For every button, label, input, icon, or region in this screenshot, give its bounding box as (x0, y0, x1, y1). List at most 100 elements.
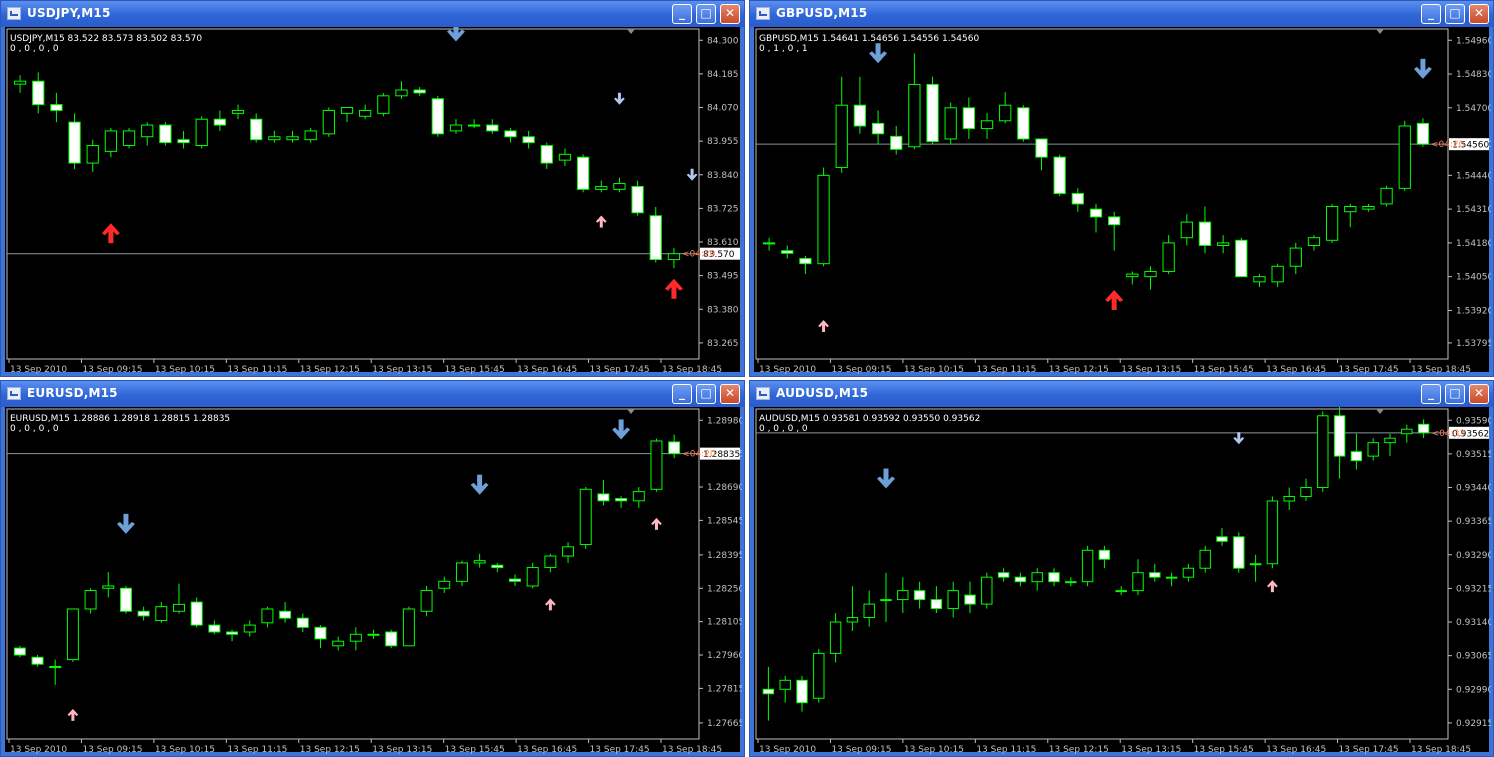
bull-candle (526, 567, 539, 587)
bear-candle (997, 572, 1010, 578)
minimize-button[interactable]: _ (1421, 384, 1441, 404)
y-tick-label: 83.610 (707, 238, 739, 248)
bear-candle (781, 250, 794, 254)
bear-candle (1017, 107, 1030, 140)
chart-canvas[interactable]: 84.300 84.185 84.070 83.955 83.840 83.725 83.6… (5, 27, 742, 374)
bull-candle (835, 104, 848, 169)
minimize-button[interactable]: _ (1421, 4, 1441, 24)
x-tick-label: 13 Sep 15:45 (445, 365, 505, 374)
bull-candle (104, 130, 118, 152)
bull-candle (817, 174, 830, 265)
price-chart-audusd[interactable]: 0.93590 0.93515 0.93440 0.93365 0.93290 0.932… (754, 407, 1491, 754)
close-button[interactable]: ✕ (720, 4, 740, 24)
bear-candle (68, 121, 81, 164)
x-tick-label: 13 Sep 17:45 (1339, 745, 1399, 754)
x-tick-label: 13 Sep 18:45 (662, 745, 722, 754)
bull-candle (1031, 572, 1043, 583)
chart-window-usdjpy[interactable]: USDJPY,M15 _ □ ✕ 84.300 84.185 84.070 83.95… (0, 0, 745, 377)
maximize-button[interactable]: □ (696, 384, 716, 404)
minimize-button[interactable]: _ (672, 384, 692, 404)
sell-signal-arrow-icon (877, 468, 895, 489)
chart-canvas[interactable]: 1.289801.288351.286901.285451.283951.282… (5, 407, 742, 754)
bull-candle (1380, 187, 1393, 205)
bull-candle (243, 624, 256, 633)
window-titlebar[interactable]: USDJPY,M15 _ □ ✕ (1, 1, 744, 27)
bull-candle (981, 576, 993, 605)
bear-candle (1035, 138, 1048, 158)
bear-candle (1198, 221, 1212, 246)
y-tick-label: 1.28250 (707, 584, 742, 594)
bear-candle (486, 124, 499, 132)
bear-candle (50, 104, 63, 111)
maximize-button[interactable]: □ (1445, 4, 1465, 24)
close-button[interactable]: ✕ (1469, 384, 1489, 404)
y-tick-label: 0.93290 (1456, 551, 1491, 561)
price-chart-eurusd[interactable]: 1.289801.288351.286901.285451.283951.282… (5, 407, 742, 754)
plot-frame (755, 408, 1449, 740)
maximize-button[interactable]: □ (696, 4, 716, 24)
maximize-button[interactable]: □ (1445, 384, 1465, 404)
y-tick-label: 84.185 (707, 70, 739, 80)
bear-candle (190, 601, 203, 626)
y-tick-label: 84.300 (707, 36, 739, 46)
bear-candle (1098, 549, 1111, 560)
bull-candle (1081, 549, 1094, 583)
x-tick-label: 13 Sep 10:15 (155, 745, 215, 754)
price-chart-gbpusd[interactable]: 1.549601.548301.547001.545601.544401.543… (754, 27, 1491, 374)
bull-candle (1384, 437, 1396, 444)
bear-candle (226, 631, 239, 635)
bear-candle (1350, 451, 1363, 462)
close-button[interactable]: ✕ (720, 384, 740, 404)
price-chart-usdjpy[interactable]: 84.300 84.185 84.070 83.955 83.840 83.725 83.6… (5, 27, 742, 374)
symbol-info-line: GBPUSD,M15 1.54641 1.54656 1.54556 1.545… (759, 34, 979, 44)
x-tick-label: 13 Sep 13:15 (1121, 365, 1181, 374)
bull-candle (1289, 247, 1302, 267)
bear-candle (137, 610, 150, 617)
x-tick-label: 13 Sep 09:15 (831, 365, 891, 374)
chart-window-audusd[interactable]: AUDUSD,M15 _ □ ✕ 0.93590 0.93515 0.93440 0.… (749, 380, 1494, 757)
bull-candle (980, 120, 994, 130)
chart-window-icon (7, 387, 21, 400)
x-tick-label: 13 Sep 13:15 (372, 365, 432, 374)
window-titlebar[interactable]: GBPUSD,M15 _ □ ✕ (750, 1, 1493, 27)
bull-candle (1253, 276, 1266, 283)
y-tick-label: 1.27960 (707, 651, 742, 661)
x-tick-label: 13 Sep 2010 (10, 745, 67, 754)
x-tick-label: 13 Sep 18:45 (662, 365, 722, 374)
x-tick-label: 13 Sep 12:15 (1049, 365, 1109, 374)
y-tick-label: 1.54050 (1456, 273, 1491, 283)
buy-signal-arrow-icon (67, 708, 79, 721)
bear-candle (930, 599, 943, 610)
x-tick-label: 13 Sep 16:45 (1266, 745, 1326, 754)
bull-candle (1132, 572, 1144, 592)
close-button[interactable]: ✕ (1469, 4, 1489, 24)
y-tick-label: 0.92915 (1456, 719, 1491, 729)
bull-candle (1266, 500, 1279, 565)
chart-window-gbpusd[interactable]: GBPUSD,M15 _ □ ✕ 1.54960 1.54830 1.54700 1.… (749, 0, 1494, 377)
minimize-button[interactable]: _ (672, 4, 692, 24)
bull-candle (449, 124, 463, 132)
indicator-values-line: 0 , 0 , 0 , 0 (10, 44, 59, 54)
chart-canvas[interactable]: 1.549601.548301.547001.545601.544401.543… (754, 27, 1491, 374)
chart-window-icon (7, 7, 21, 20)
bull-candle (650, 440, 663, 490)
bull-candle (141, 124, 154, 138)
bull-candle (438, 580, 451, 589)
bull-candle (558, 153, 572, 161)
chart-window-eurusd[interactable]: EURUSD,M15 _ □ ✕ 1.289801.288351.286901.… (0, 380, 745, 757)
indicator-values-line: 0 , 0 , 0 , 0 (10, 424, 59, 434)
bull-candle (367, 633, 380, 636)
bull-candle (349, 633, 362, 642)
bear-candle (1216, 536, 1228, 542)
x-tick-label: 13 Sep 13:15 (372, 745, 432, 754)
y-tick-label: 0.93440 (1456, 484, 1491, 494)
bull-candle (1249, 563, 1262, 566)
window-title: GBPUSD,M15 (776, 6, 868, 20)
chart-canvas[interactable]: 0.93590 0.93515 0.93440 0.93365 0.93290 0.932… (754, 407, 1491, 754)
window-titlebar[interactable]: EURUSD,M15 _ □ ✕ (1, 381, 744, 407)
window-titlebar[interactable]: AUDUSD,M15 _ □ ✕ (750, 381, 1493, 407)
bull-candle (195, 118, 208, 147)
x-tick-label: 13 Sep 16:45 (517, 365, 577, 374)
bull-candle (322, 109, 335, 135)
sell-signal-arrow-icon (686, 168, 698, 181)
